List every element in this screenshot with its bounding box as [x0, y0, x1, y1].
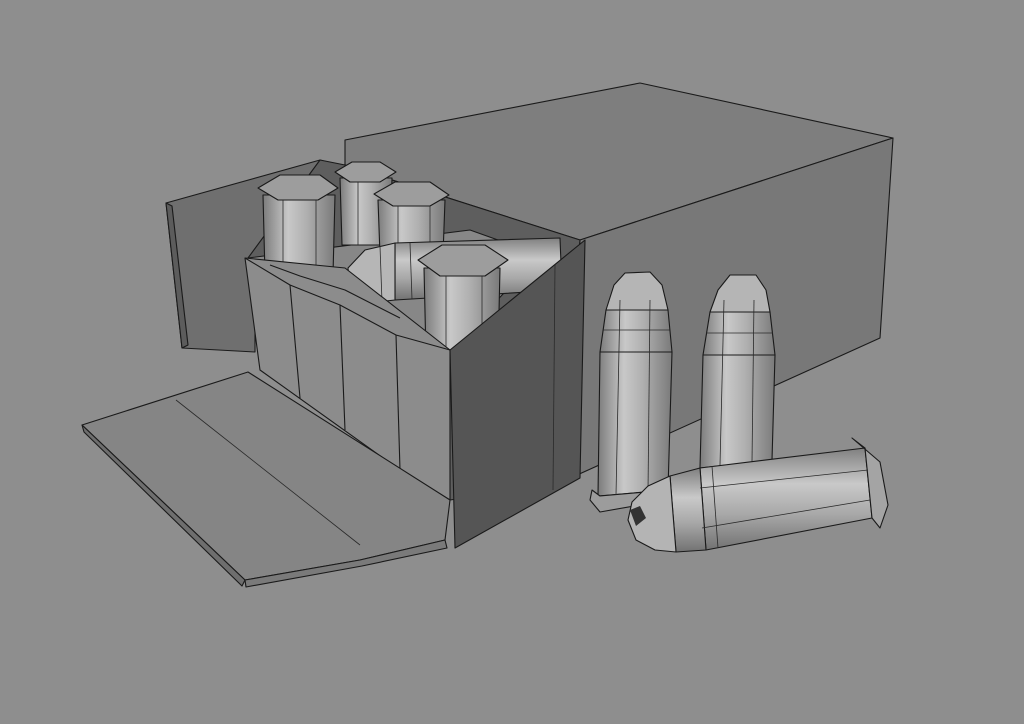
3d-viewport[interactable] — [0, 0, 1024, 724]
scene-render — [81, 82, 894, 588]
